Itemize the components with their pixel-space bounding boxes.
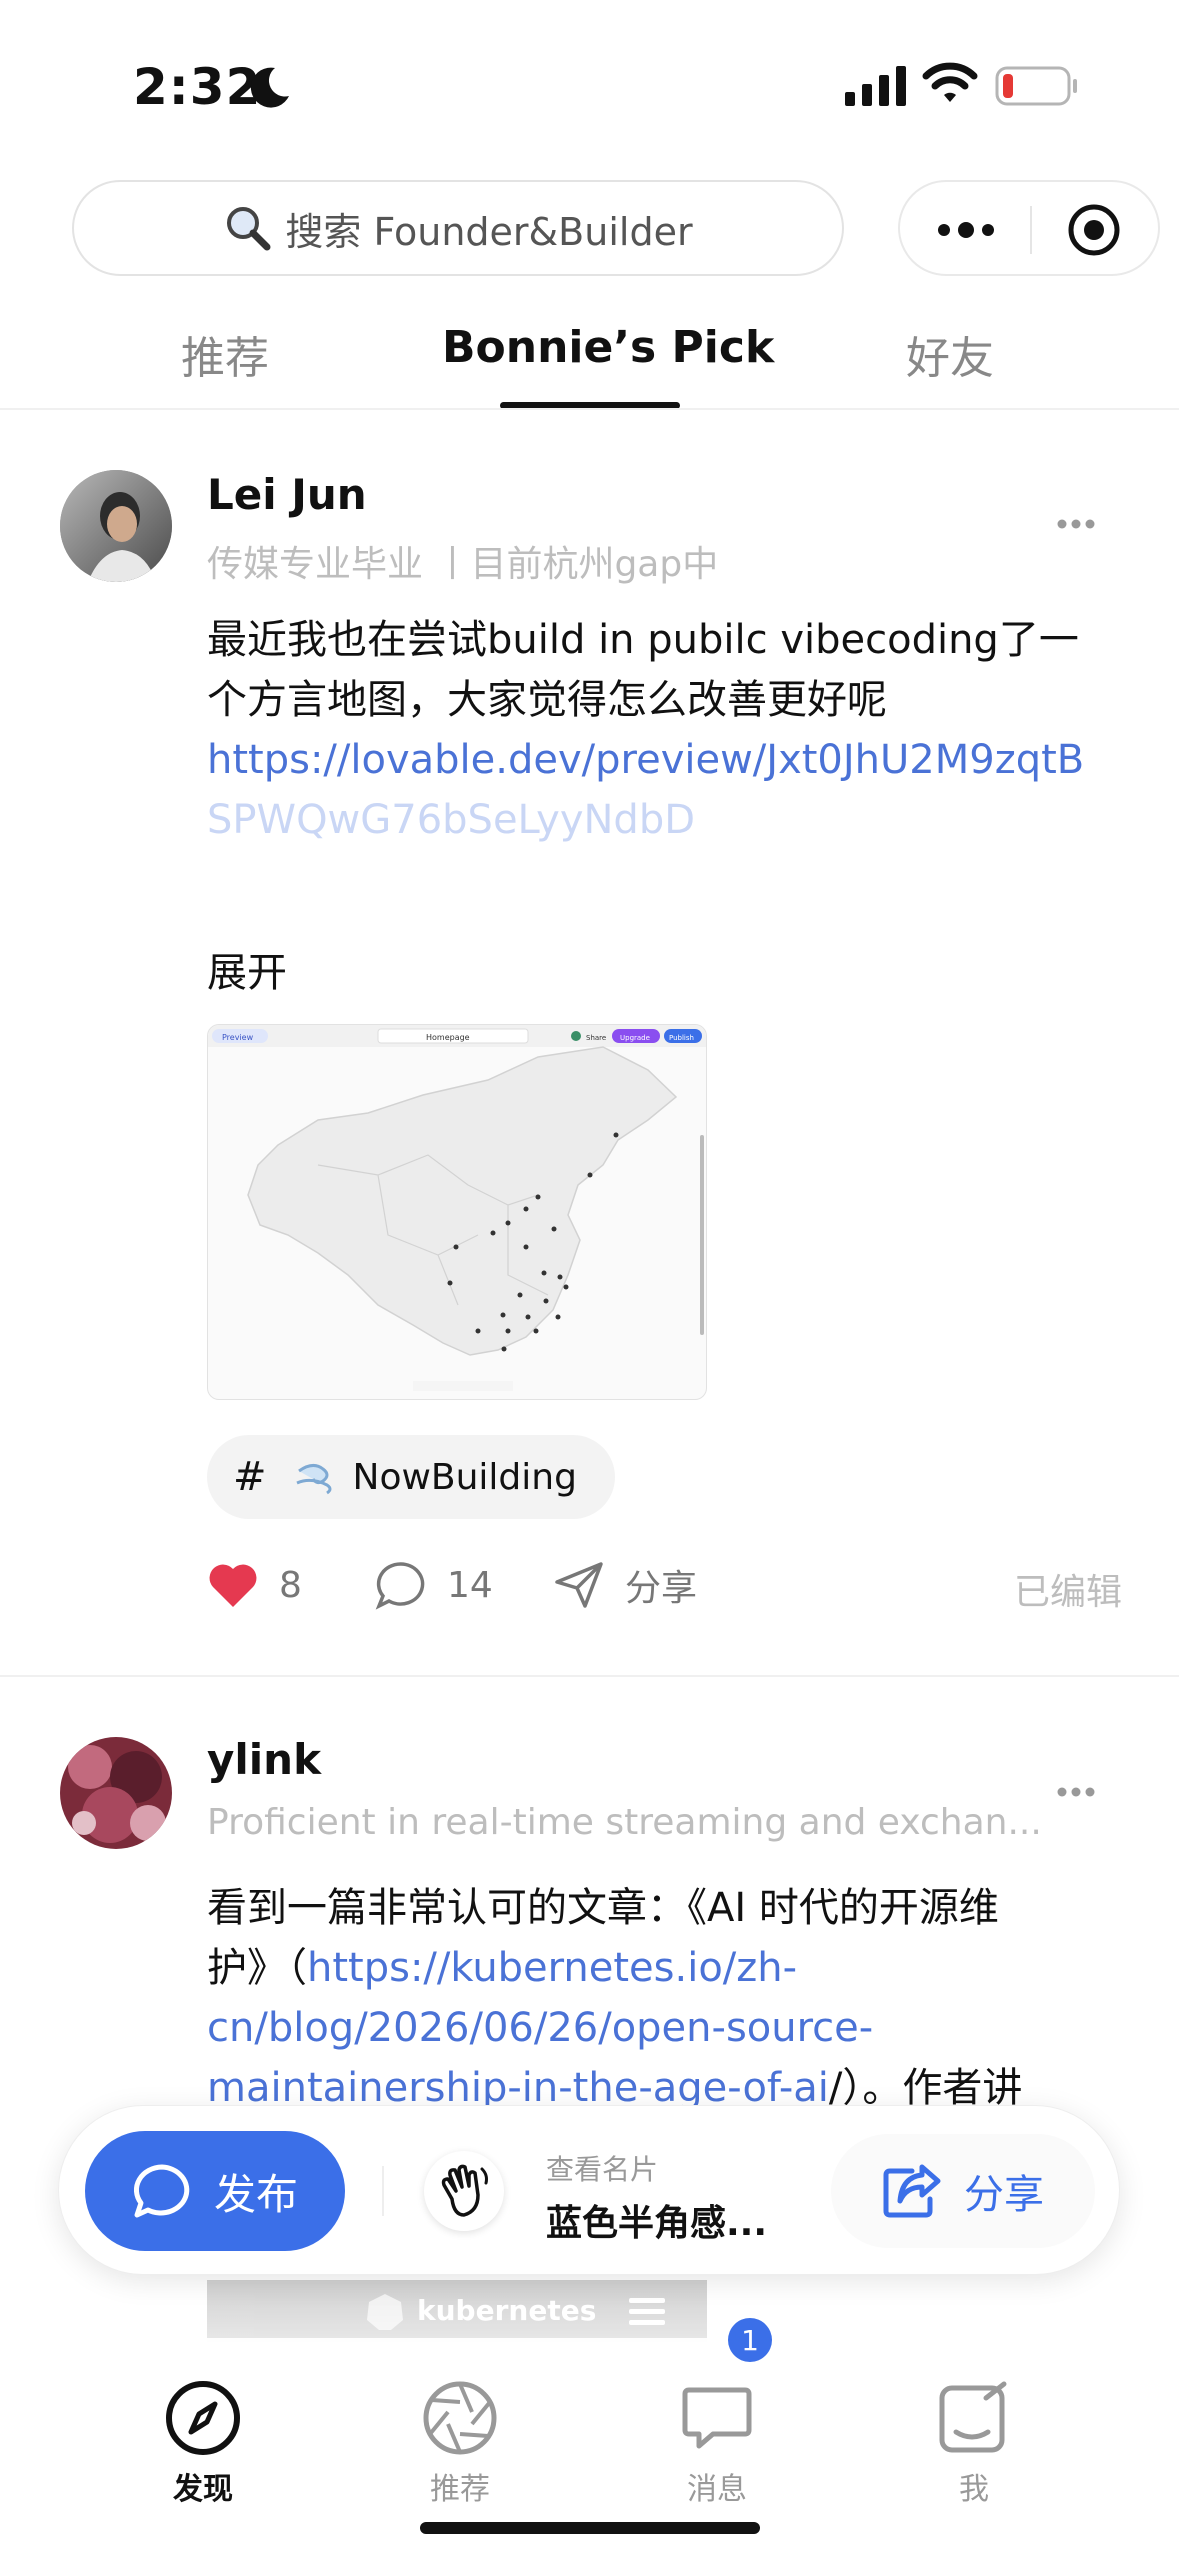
comment-icon	[375, 1562, 425, 1610]
chat-bubble-icon	[133, 2164, 190, 2218]
status-time: 2:32	[133, 58, 262, 116]
message-icon	[682, 2387, 752, 2449]
tab-bar-me[interactable]: 我	[904, 2378, 1044, 2508]
search-bar[interactable]: 搜索 Founder&Builder	[72, 180, 844, 276]
preview-address: Homepage	[426, 1033, 470, 1042]
post-text: 看到一篇非常认可的文章：《AI 时代的开源维	[207, 1885, 999, 1931]
edited-label: 已编辑	[1013, 1572, 1122, 1613]
post-link[interactable]: https://lovable.dev/preview/Jxt0JhU2M9zq…	[207, 730, 1107, 790]
share-button-label: 分享	[964, 2172, 1044, 2218]
post-more-icon[interactable]	[1056, 1786, 1096, 1798]
mini-program-capsule	[898, 180, 1160, 276]
floating-action-bar: 发布 查看名片 蓝色半角感... 分享	[58, 2105, 1120, 2275]
waving-hand-icon	[441, 2164, 488, 2217]
post-image-kubernetes[interactable]: kubernetes	[207, 2280, 707, 2342]
wave-hand-icon[interactable]	[424, 2151, 504, 2231]
avatar-photo	[60, 470, 172, 582]
publish-label: 发布	[213, 2169, 298, 2219]
bar-divider	[382, 2166, 384, 2216]
tab-recommend[interactable]: 推荐	[181, 322, 269, 386]
post-link-continued[interactable]: cn/blog/2026/06/26/open-source-	[207, 1998, 1107, 2058]
share-label: 分享	[625, 1568, 698, 1609]
dialect-map-screenshot: Preview Homepage Share Upgrade Publish	[208, 1025, 706, 1391]
preview-share-label: Share	[586, 1034, 606, 1042]
post-text-continued: 护》（	[207, 1945, 307, 1991]
expand-button[interactable]: 展开	[207, 940, 287, 998]
cellular-signal-icon	[845, 66, 906, 106]
kubernetes-logo-icon	[367, 2294, 403, 2330]
preview-tab-label: Preview	[222, 1033, 254, 1042]
comment-button[interactable]: 14	[375, 1555, 493, 1615]
kubernetes-wordmark: kubernetes	[417, 2294, 597, 2327]
avatar[interactable]	[60, 1737, 172, 1849]
share-button[interactable]: 分享	[831, 2134, 1095, 2248]
comment-count: 14	[447, 1564, 493, 1606]
tabs-divider	[0, 408, 1179, 410]
tab-bar-label: 消息	[687, 2472, 747, 2507]
post-actions: 8 14 分享 已编辑	[207, 1555, 1122, 1615]
hamburger-menu-icon	[629, 2298, 665, 2325]
moon-icon	[250, 67, 289, 108]
post-text: 最近我也在尝试build in pubilc vibecoding了一个方言地图…	[207, 617, 1079, 723]
aperture-icon	[423, 2381, 497, 2455]
preview-publish-label: Publish	[669, 1034, 694, 1042]
wind-emoji-icon	[295, 1464, 331, 1495]
tab-bar-label: 我	[959, 2472, 989, 2507]
preview-upgrade-label: Upgrade	[620, 1034, 650, 1042]
avatar[interactable]	[60, 470, 172, 582]
capsule-divider	[1030, 206, 1032, 254]
heart-icon	[209, 1564, 257, 1607]
send-icon	[555, 1562, 603, 1608]
home-indicator[interactable]	[420, 2522, 760, 2534]
close-mini-program-icon[interactable]	[1066, 202, 1122, 258]
status-bar: 2:32	[0, 0, 1179, 175]
search-placeholder: 搜索 Founder&Builder	[285, 209, 693, 254]
tab-friends[interactable]: 好友	[906, 322, 994, 386]
post-author[interactable]: Lei Jun	[207, 470, 367, 519]
card-owner-name[interactable]: 蓝色半角感...	[546, 2194, 767, 2246]
avatar-photo	[60, 1737, 172, 1849]
battery-low-icon	[995, 66, 1077, 106]
publish-button[interactable]: 发布	[85, 2131, 345, 2251]
tab-bar-messages[interactable]: 消息	[647, 2378, 787, 2508]
like-button[interactable]: 8	[207, 1555, 302, 1615]
post-author-bio: Proficient in real-time streaming and ex…	[207, 1802, 1042, 1843]
tab-bonnies-pick[interactable]: Bonnie’s Pick	[442, 322, 774, 373]
post-divider	[0, 1675, 1179, 1677]
profile-edit-icon	[939, 2381, 1007, 2453]
tab-bar-discover[interactable]: 发现	[133, 2378, 273, 2508]
wifi-icon	[922, 62, 978, 102]
tab-bar-label: 发现	[173, 2472, 233, 2507]
search-icon	[227, 207, 271, 251]
topic-label: NowBuilding	[352, 1456, 577, 1498]
topic-chip[interactable]: # NowBuilding	[207, 1435, 615, 1519]
share-icon	[883, 2164, 941, 2218]
hashtag-icon: #	[233, 1454, 267, 1500]
post-link[interactable]: https://kubernetes.io/zh-	[307, 1945, 797, 1991]
like-count: 8	[279, 1564, 302, 1606]
post-body: 最近我也在尝试build in pubilc vibecoding了一个方言地图…	[207, 610, 1107, 850]
compass-icon	[166, 2381, 240, 2455]
view-card-caption: 查看名片	[546, 2153, 659, 2186]
post-more-icon[interactable]	[1056, 518, 1096, 530]
post-image-map-preview[interactable]: Preview Homepage Share Upgrade Publish	[207, 1024, 707, 1400]
more-options-icon[interactable]	[936, 216, 996, 244]
unread-badge: 1	[728, 2318, 772, 2362]
share-post-button[interactable]: 分享	[553, 1555, 697, 1615]
tab-bar-recommend[interactable]: 推荐	[390, 2378, 530, 2508]
tab-bar-label: 推荐	[430, 2472, 490, 2507]
post-body: 看到一篇非常认可的文章：《AI 时代的开源维 护》（https://kubern…	[207, 1878, 1107, 2118]
post-author-bio: 传媒专业毕业 丨目前杭州gap中	[207, 544, 719, 585]
post-author[interactable]: ylink	[207, 1735, 321, 1784]
post-link-continued[interactable]: SPWQwG76bSeLyyNdbD	[207, 790, 1107, 850]
